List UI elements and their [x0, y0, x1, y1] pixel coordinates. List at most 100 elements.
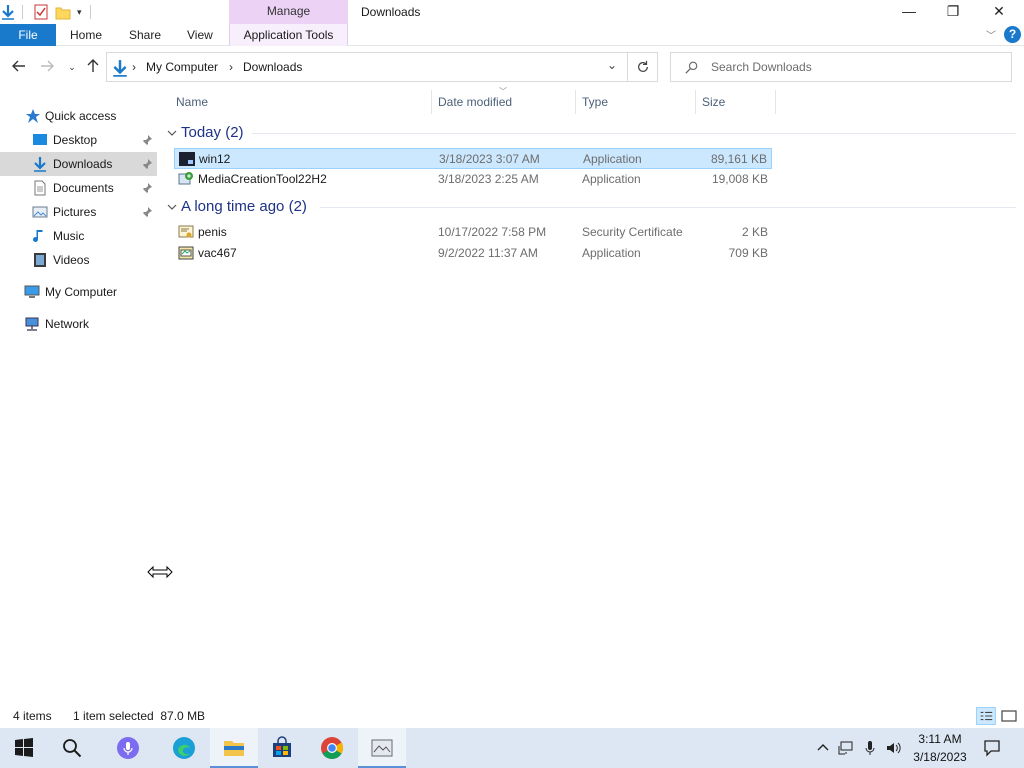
- pin-icon[interactable]: [141, 206, 153, 218]
- properties-icon[interactable]: [33, 4, 49, 20]
- nav-label: Network: [45, 317, 90, 331]
- clock-time[interactable]: 3:11 AM: [900, 730, 980, 748]
- help-icon[interactable]: ?: [1004, 26, 1021, 43]
- tab-file[interactable]: File: [0, 24, 56, 46]
- column-header-type[interactable]: Type: [576, 90, 696, 114]
- back-arrow-icon[interactable]: [10, 58, 28, 76]
- file-row[interactable]: win12 3/18/2023 3:07 AM Application 89,1…: [174, 148, 772, 169]
- volume-icon[interactable]: [885, 740, 901, 756]
- notifications-icon[interactable]: [983, 739, 1001, 757]
- column-header-date-modified[interactable]: Date modified: [432, 90, 576, 114]
- column-header-name[interactable]: Name: [170, 90, 432, 114]
- tab-view[interactable]: View: [187, 24, 213, 46]
- file-type: Application: [582, 172, 641, 186]
- taskbar-running-app[interactable]: [358, 728, 406, 768]
- music-icon: [33, 230, 43, 242]
- tab-application-tools[interactable]: Application Tools: [229, 24, 348, 46]
- large-icons-view-icon[interactable]: [999, 707, 1019, 725]
- taskbar-chrome[interactable]: [308, 728, 356, 768]
- store-icon: [273, 736, 291, 757]
- file-size: 709 KB: [728, 246, 768, 260]
- taskbar-file-explorer[interactable]: [210, 728, 258, 768]
- nav-label: Music: [53, 229, 85, 243]
- nav-item-downloads[interactable]: Downloads: [0, 152, 157, 176]
- file-name: penis: [198, 225, 227, 239]
- file-row[interactable]: MediaCreationTool22H2 3/18/2023 2:25 AM …: [174, 169, 772, 190]
- collapse-chevron-icon[interactable]: [166, 127, 178, 139]
- up-arrow-icon[interactable]: [84, 58, 102, 76]
- computer-icon: [24, 285, 40, 298]
- pin-icon[interactable]: [141, 158, 153, 170]
- search-placeholder: Search Downloads: [711, 60, 812, 74]
- address-bar[interactable]: › My Computer › Downloads ⌄: [106, 52, 628, 82]
- manage-tab[interactable]: Manage: [229, 0, 348, 24]
- show-hidden-icons-icon[interactable]: [815, 740, 831, 756]
- search-icon: [685, 61, 698, 74]
- ribbon-tabs: File Home Share View Application Tools ﹀…: [0, 24, 1024, 46]
- maximize-button[interactable]: ❐: [930, 0, 976, 24]
- recent-locations-icon[interactable]: ⌄: [63, 58, 81, 76]
- search-input[interactable]: Search Downloads: [670, 52, 1012, 82]
- windows-logo-icon: [15, 738, 33, 757]
- nav-my-computer[interactable]: My Computer: [0, 280, 157, 304]
- file-row[interactable]: vac467 9/2/2022 11:37 AM Application 709…: [174, 243, 772, 264]
- certificate-icon: [178, 225, 194, 238]
- address-dropdown-icon[interactable]: ⌄: [607, 58, 617, 72]
- collapse-chevron-icon[interactable]: [166, 201, 178, 213]
- taskbar-edge[interactable]: [160, 728, 208, 768]
- edge-icon: [173, 737, 195, 759]
- file-date: 9/2/2022 11:37 AM: [438, 246, 538, 260]
- tab-home[interactable]: Home: [70, 24, 102, 46]
- app-window-icon: [371, 739, 393, 757]
- title-bar: ▾ Manage Downloads — ❐ ✕: [0, 0, 1024, 24]
- breadcrumb-separator[interactable]: ›: [132, 53, 136, 81]
- nav-item-desktop[interactable]: Desktop: [0, 128, 157, 152]
- minimize-button[interactable]: —: [886, 0, 932, 24]
- nav-network[interactable]: Network: [0, 312, 157, 336]
- details-view-icon[interactable]: [976, 707, 996, 725]
- tab-share[interactable]: Share: [129, 24, 161, 46]
- group-divider: [320, 207, 1016, 208]
- pin-icon[interactable]: [141, 134, 153, 146]
- taskbar-store[interactable]: [258, 728, 306, 768]
- nav-item-pictures[interactable]: Pictures: [0, 200, 157, 224]
- breadcrumb-downloads[interactable]: Downloads: [243, 53, 302, 81]
- new-folder-icon[interactable]: [55, 4, 71, 20]
- microphone-icon: [117, 737, 139, 759]
- nav-item-music[interactable]: Music: [0, 224, 157, 248]
- refresh-button[interactable]: [628, 52, 658, 82]
- forward-arrow-icon[interactable]: [38, 58, 56, 76]
- media-creation-icon: [178, 172, 193, 185]
- file-date: 3/18/2023 2:25 AM: [438, 172, 539, 186]
- navigation-pane: Quick access Desktop Downloads Documents…: [0, 90, 157, 702]
- customize-qat-icon[interactable]: ▾: [77, 7, 82, 18]
- nav-item-videos[interactable]: Videos: [0, 248, 157, 272]
- search-button[interactable]: [48, 728, 96, 768]
- star-icon: [26, 109, 40, 123]
- status-bar: 4 items 1 item selected 87.0 MB: [0, 704, 1024, 728]
- microphone-tray-icon[interactable]: [862, 740, 878, 756]
- start-button[interactable]: [0, 728, 48, 768]
- breadcrumb-separator[interactable]: ›: [229, 53, 233, 81]
- down-arrow-icon[interactable]: [0, 4, 16, 20]
- downloads-icon: [113, 60, 127, 77]
- nav-item-documents[interactable]: Documents: [0, 176, 157, 200]
- search-icon: [63, 739, 82, 758]
- selection-info: 1 item selected 87.0 MB: [73, 709, 206, 723]
- close-button[interactable]: ✕: [976, 0, 1022, 24]
- group-header-today[interactable]: Today (2): [181, 122, 244, 144]
- nav-quick-access[interactable]: Quick access: [0, 104, 157, 128]
- folder-icon: [224, 741, 244, 756]
- pin-icon[interactable]: [141, 182, 153, 194]
- expand-ribbon-icon[interactable]: ﹀: [986, 27, 996, 42]
- clock-date[interactable]: 3/18/2023: [900, 748, 980, 766]
- taskbar: 3:11 AM 3/18/2023: [0, 728, 1024, 768]
- column-header-size[interactable]: Size: [696, 90, 776, 114]
- chrome-icon: [321, 737, 343, 759]
- nav-label: Downloads: [53, 157, 113, 171]
- network-icon[interactable]: [838, 740, 854, 756]
- breadcrumb-my-computer[interactable]: My Computer: [146, 53, 218, 81]
- file-row[interactable]: penis 10/17/2022 7:58 PM Security Certif…: [174, 222, 772, 243]
- cortana-button[interactable]: [104, 728, 152, 768]
- group-header-long-time-ago[interactable]: A long time ago (2): [181, 196, 307, 218]
